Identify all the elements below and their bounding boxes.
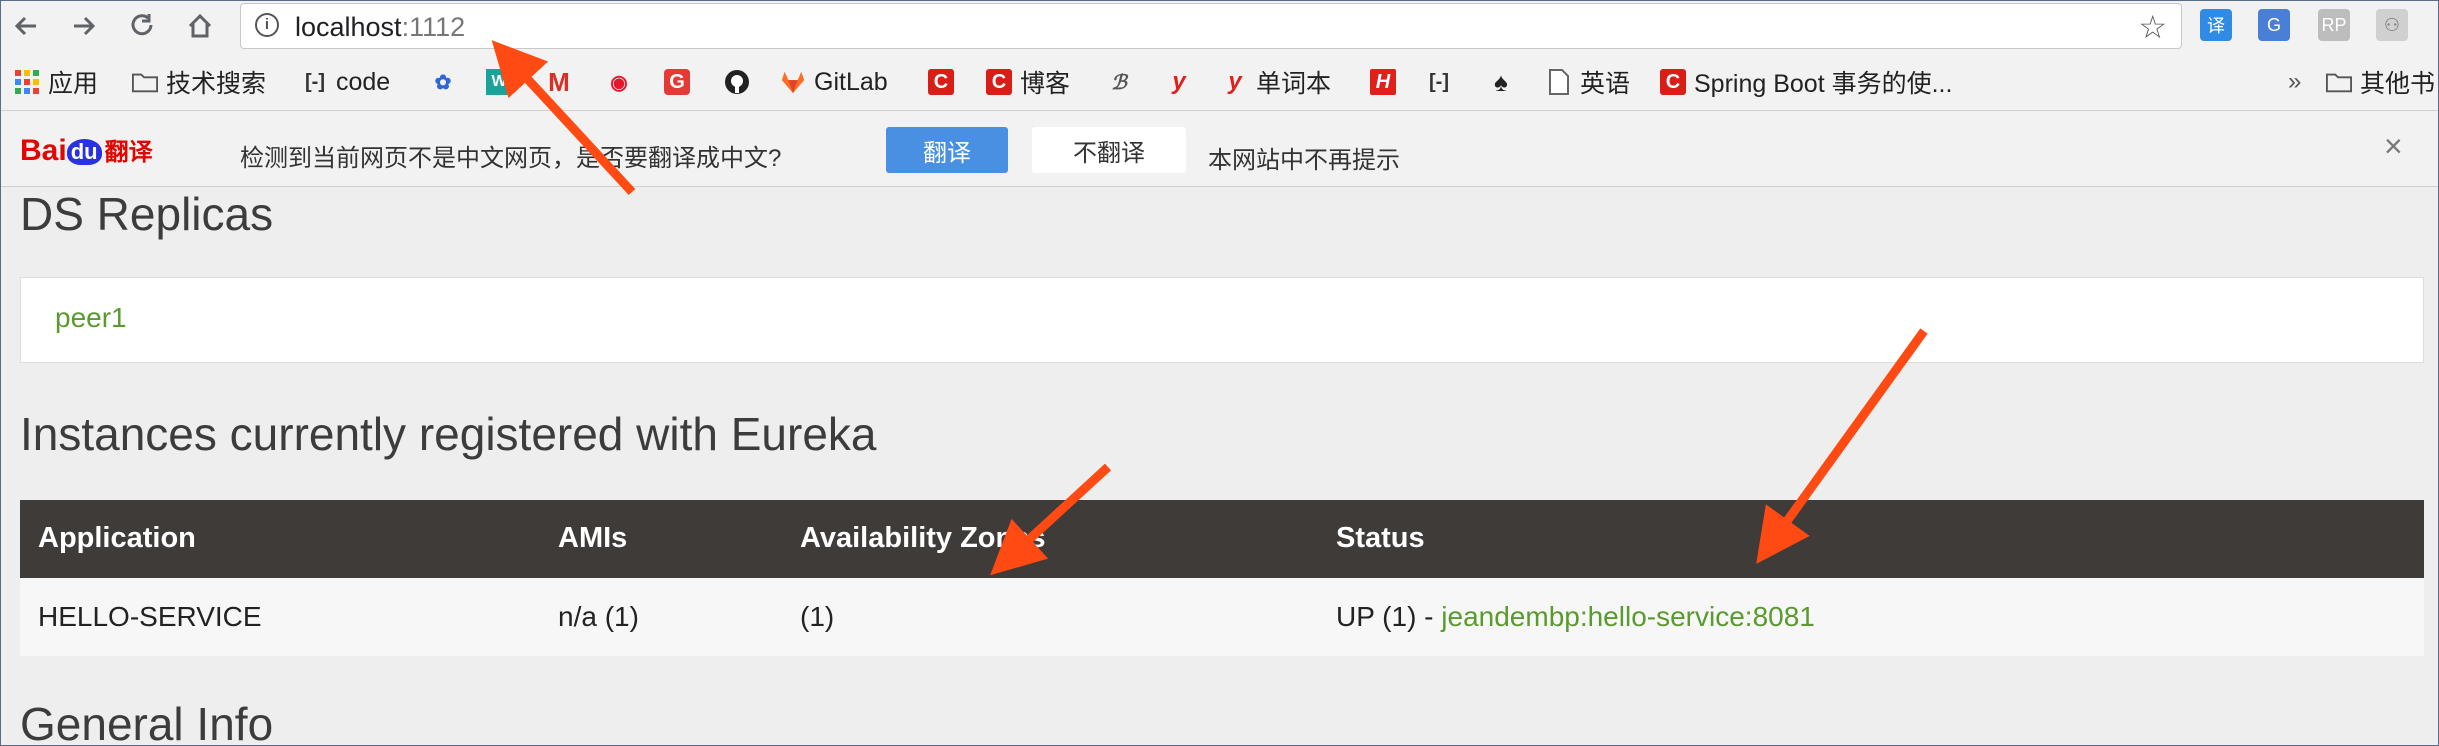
spade-icon: ♠ bbox=[1494, 66, 1508, 97]
apps-grid-icon bbox=[14, 69, 40, 95]
folder-icon bbox=[2326, 69, 2352, 95]
bookmark-other[interactable]: 其他书 bbox=[2326, 62, 2435, 102]
bookmark-g[interactable]: G bbox=[664, 62, 698, 102]
c-red-icon: C bbox=[1660, 69, 1686, 95]
instance-link[interactable]: jeandembp:hello-service:8081 bbox=[1441, 601, 1815, 632]
sitemap-extension-icon[interactable]: ⚇ bbox=[2376, 9, 2408, 41]
bookmark-teal[interactable]: W bbox=[486, 62, 520, 102]
cell-zones: (1) bbox=[800, 601, 835, 632]
table-header: Application AMIs Availability Zones Stat… bbox=[20, 500, 2424, 578]
bookmark-label: 博客 bbox=[1020, 70, 1071, 98]
bookmark-wordbook[interactable]: y 单词本 bbox=[1222, 62, 1331, 102]
status-text: UP (1) - bbox=[1336, 601, 1442, 632]
g-red-icon: G bbox=[664, 69, 690, 95]
gitlab-icon bbox=[780, 69, 806, 95]
bookmark-gitlab[interactable]: GitLab bbox=[780, 62, 888, 102]
bookmark-label: 其他书 bbox=[2360, 70, 2436, 98]
translate-button[interactable]: 翻译 bbox=[886, 127, 1008, 173]
code-icon: [-] bbox=[1429, 70, 1449, 93]
rp-extension-icon[interactable]: RP bbox=[2318, 9, 2350, 41]
github-icon bbox=[724, 69, 750, 95]
baidu-translate-logo: Bai du 翻译 bbox=[20, 134, 153, 167]
instances-title: Instances currently registered with Eure… bbox=[20, 408, 877, 460]
bookmark-spring-boot[interactable]: C Spring Boot 事务的使... bbox=[1660, 62, 1952, 102]
c-red-icon: C bbox=[986, 69, 1012, 95]
column-header: Status bbox=[1336, 522, 1425, 554]
jetbrains-icon: W bbox=[486, 69, 512, 95]
translate-message: 检测到当前网页不是中文网页，是否要翻译成中文? bbox=[240, 145, 782, 172]
bookmark-gmail[interactable]: M bbox=[546, 62, 580, 102]
translate-infobar: Bai du 翻译 检测到当前网页不是中文网页，是否要翻译成中文? 翻译 不翻译 本… bbox=[0, 112, 2439, 187]
site-info-icon[interactable]: i bbox=[255, 13, 279, 37]
bookmark-label: GitLab bbox=[814, 67, 888, 96]
bookmark-apps[interactable]: 应用 bbox=[14, 62, 98, 102]
replica-link-peer1[interactable]: peer1 bbox=[55, 302, 127, 334]
bookmark-h[interactable]: H bbox=[1370, 62, 1404, 102]
bookmark-label: code bbox=[336, 67, 391, 96]
bookmark-english[interactable]: 英语 bbox=[1546, 62, 1630, 102]
replicas-list: peer1 bbox=[20, 277, 2424, 363]
bookmark-label: 英语 bbox=[1580, 70, 1631, 98]
url-text[interactable]: localhost:1112 bbox=[295, 12, 465, 43]
folder-icon bbox=[132, 69, 158, 95]
c-red-icon: C bbox=[928, 69, 954, 95]
cell-status: UP (1) - jeandembp:hello-service:8081 bbox=[1336, 601, 1815, 633]
close-icon[interactable]: × bbox=[2384, 128, 2403, 165]
bookmark-c1[interactable]: C bbox=[928, 62, 962, 102]
bookmark-label: 单词本 bbox=[1256, 70, 1332, 98]
bookmarks-overflow-chevron[interactable]: » bbox=[2288, 62, 2301, 102]
column-header: Application bbox=[38, 522, 196, 554]
eureka-page: DS Replicas peer1 Instances currently re… bbox=[0, 187, 2439, 746]
back-icon[interactable] bbox=[8, 8, 44, 44]
home-icon[interactable] bbox=[182, 8, 218, 44]
bookmark-label: 应用 bbox=[48, 70, 99, 98]
toolbar-divider bbox=[0, 110, 2439, 111]
bookmark-y1[interactable]: y bbox=[1166, 62, 1200, 102]
bookmark-script[interactable]: ℬ bbox=[1106, 62, 1140, 102]
cell-application: HELLO-SERVICE bbox=[38, 601, 262, 632]
y-red-icon: y bbox=[1228, 68, 1242, 95]
bookmark-label: 技术搜索 bbox=[166, 70, 267, 98]
y-red-icon: y bbox=[1172, 68, 1186, 95]
m-mail-icon: M bbox=[548, 66, 570, 97]
never-show-link[interactable]: 本网站中不再提示 bbox=[1208, 140, 1400, 175]
cell-amis: n/a (1) bbox=[558, 601, 639, 632]
page-icon bbox=[1546, 69, 1572, 95]
table-row: HELLO-SERVICE n/a (1) (1) UP (1) - jeand… bbox=[20, 578, 2424, 656]
general-info-title: General Info bbox=[20, 698, 274, 746]
address-bar[interactable]: i localhost:1112 ☆ bbox=[240, 3, 2182, 49]
bookmarks-bar: 应用 技术搜索 [-] code ✿ W M ◉ G GitLab C C 博客… bbox=[0, 62, 2439, 102]
weibo-icon: ◉ bbox=[610, 71, 628, 94]
google-translate-icon[interactable]: G bbox=[2258, 9, 2290, 41]
no-translate-button[interactable]: 不翻译 bbox=[1032, 127, 1186, 173]
bookmark-code2[interactable]: [-] bbox=[1426, 62, 1460, 102]
column-header: Availability Zones bbox=[800, 522, 1046, 554]
translate-extension-icon[interactable]: 译 bbox=[2200, 9, 2232, 41]
reload-icon[interactable] bbox=[124, 8, 160, 44]
bookmark-blog[interactable]: C 博客 bbox=[986, 62, 1070, 102]
bookmark-weibo[interactable]: ◉ bbox=[606, 62, 640, 102]
browser-toolbar: i localhost:1112 ☆ 译 G RP ⚇ bbox=[0, 0, 2439, 52]
ds-replicas-title: DS Replicas bbox=[20, 188, 274, 240]
column-header: AMIs bbox=[558, 522, 628, 554]
bookmark-code[interactable]: [-] code bbox=[302, 62, 390, 102]
code-icon: [-] bbox=[305, 70, 325, 93]
instances-table: Application AMIs Availability Zones Stat… bbox=[20, 500, 2424, 656]
browser-chrome: i localhost:1112 ☆ 译 G RP ⚇ 应用 技术搜索 [-] … bbox=[0, 0, 2439, 112]
bookmark-github[interactable] bbox=[724, 62, 758, 102]
forward-icon[interactable] bbox=[66, 8, 102, 44]
bookmark-tech-search[interactable]: 技术搜索 bbox=[132, 62, 266, 102]
bookmark-spade[interactable]: ♠ bbox=[1488, 62, 1522, 102]
bookmark-label: Spring Boot 事务的使... bbox=[1694, 70, 1953, 98]
script-icon: ℬ bbox=[1111, 71, 1127, 94]
h-red-icon: H bbox=[1370, 69, 1396, 95]
baidu-paw-icon: ✿ bbox=[434, 71, 452, 94]
bookmark-star-icon[interactable]: ☆ bbox=[2138, 8, 2167, 46]
bookmark-baidu[interactable]: ✿ bbox=[430, 62, 464, 102]
